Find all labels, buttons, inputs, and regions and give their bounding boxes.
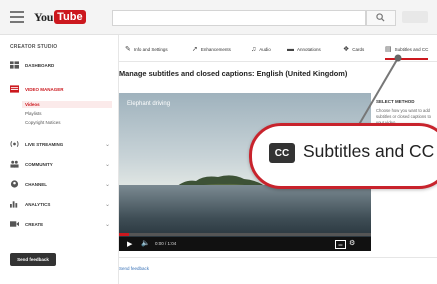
subtitles-callout: CC Subtitles and CC xyxy=(249,123,437,189)
callout-label: Subtitles and CC xyxy=(303,141,435,161)
cc-badge-icon: CC xyxy=(269,143,295,163)
